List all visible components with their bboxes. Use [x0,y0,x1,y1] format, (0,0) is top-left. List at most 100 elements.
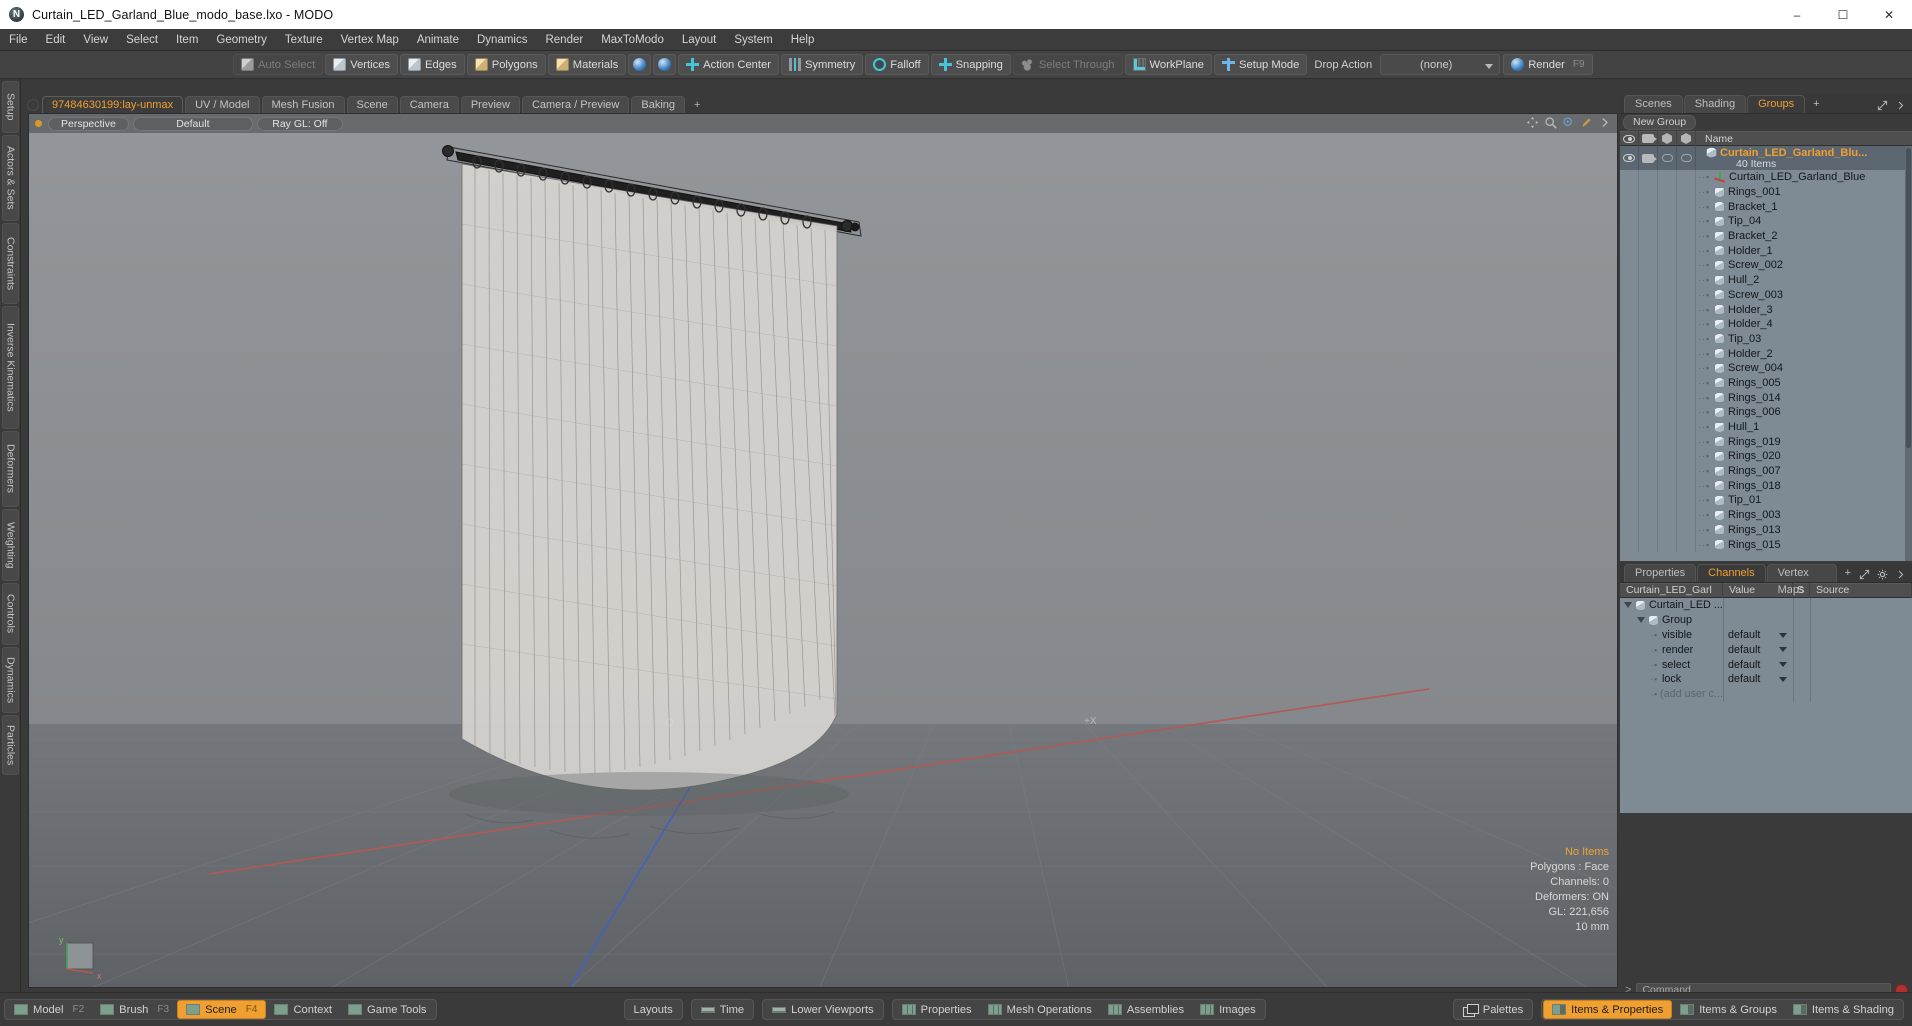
raygl-toggle[interactable]: Ray GL: Off [256,116,343,131]
chevron-right-icon[interactable] [1895,569,1906,580]
row-gutter-wireframe[interactable] [1658,184,1677,200]
sidebar-item-setup[interactable]: Setup [2,81,19,133]
item-list-row[interactable]: ··▪ Rings_019 [1620,434,1912,450]
row-gutter-visibility[interactable] [1620,463,1639,479]
item-list-row[interactable]: ··▪ Rings_014 [1620,390,1912,405]
menu-maxtomodo[interactable]: MaxToModo [592,29,673,51]
sidebar-item-constraints[interactable]: Constraints [2,223,19,304]
tab-add-channel[interactable]: + [1838,564,1858,582]
row-gutter-visibility[interactable] [1620,537,1639,552]
channel-source-cell[interactable] [1810,671,1912,687]
sidebar-item-deformers[interactable]: Deformers [2,431,19,507]
row-gutter-render[interactable] [1639,375,1658,391]
row-gutter-wireframe[interactable] [1658,170,1677,185]
channel-row[interactable]: ·▪ select default [1620,657,1912,672]
row-gutter-wireframe[interactable] [1658,243,1677,259]
row-gutter-wireframe[interactable] [1658,493,1677,508]
item-list-row[interactable]: ··▪ Holder_4 [1620,316,1912,332]
images-toggle[interactable]: Images [1192,1000,1264,1019]
row-gutter-wireframe[interactable] [1658,449,1677,464]
chevron-down-icon[interactable] [1779,647,1787,653]
row-gutter-wireframe[interactable] [1658,405,1677,420]
channel-row[interactable]: Curtain_LED ... [1620,598,1912,613]
row-gutter-wireframe[interactable] [1658,287,1677,303]
row-gutter-visibility[interactable] [1620,478,1639,494]
item-list-row[interactable]: ··▪ Tip_01 [1620,493,1912,508]
row-gutter-wireframe[interactable] [1658,302,1677,317]
sidebar-item-controls[interactable]: Controls [2,583,19,645]
channel-source-cell[interactable] [1810,686,1912,702]
action-center-button[interactable]: Action Center [678,54,779,75]
item-list-row[interactable]: ··▪ Bracket_2 [1620,228,1912,244]
row-gutter-wireframe[interactable] [1658,360,1677,376]
channel-row[interactable]: ·▪ render default [1620,642,1912,658]
tab-scenes[interactable]: Scenes [1624,95,1683,113]
channel-s-cell[interactable] [1793,642,1810,658]
vertices-button[interactable]: Vertices [325,54,399,75]
channel-value-cell[interactable]: default [1723,642,1793,658]
row-gutter-render[interactable] [1639,507,1658,523]
row-gutter-shaded[interactable] [1677,302,1696,317]
row-gutter-shaded[interactable] [1677,390,1696,405]
row-gutter-visibility[interactable] [1620,272,1639,288]
tab-shading[interactable]: Shading [1683,95,1747,113]
channel-source-cell[interactable] [1810,612,1912,628]
row-gutter-visibility[interactable] [1620,228,1639,244]
item-list-row[interactable]: ··▪ Hull_2 [1620,272,1912,288]
row-gutter-render[interactable] [1639,199,1658,215]
row-gutter-wireframe[interactable] [1658,478,1677,494]
channel-source-cell[interactable] [1810,627,1912,643]
channel-value-cell[interactable] [1723,612,1793,628]
chevron-right-icon[interactable] [1598,116,1611,129]
item-list-row[interactable]: ··▪ Holder_2 [1620,346,1912,361]
shading-dropdown[interactable]: Default [132,116,253,131]
mode-scene-button[interactable]: Scene F4 [177,1000,267,1019]
row-gutter-render[interactable] [1639,493,1658,508]
viewport-tab-add[interactable]: + [687,96,707,113]
falloff-button[interactable]: Falloff [865,54,929,75]
maximize-button[interactable]: ☐ [1820,0,1866,29]
row-gutter-shaded[interactable] [1677,478,1696,494]
row-gutter-visibility[interactable] [1620,405,1639,420]
row-gutter-render[interactable] [1639,537,1658,552]
3d-viewport[interactable]: +X Perspective Default Ray GL: Off y x N… [28,113,1618,988]
row-gutter-wireframe[interactable] [1658,228,1677,244]
minimize-button[interactable]: – [1774,0,1820,29]
row-gutter-visibility[interactable] [1620,214,1639,229]
row-gutter-visibility[interactable] [1620,390,1639,405]
item-list[interactable]: Curtain_LED_Garland_Blu... 40 Items ··▪ C… [1620,146,1912,561]
row-gutter-shaded[interactable] [1677,287,1696,303]
channel-row[interactable]: ·▪ (add user c... [1620,686,1912,702]
row-gutter-render[interactable] [1639,228,1658,244]
row-gutter-wireframe[interactable] [1658,331,1677,347]
row-gutter-shaded[interactable] [1677,316,1696,332]
column-shaded[interactable] [1677,131,1696,146]
row-gutter-shaded[interactable] [1677,419,1696,435]
time-button[interactable]: Time [693,1000,752,1019]
workplane-button[interactable]: WorkPlane [1124,54,1213,75]
viewport-tab-uv-model[interactable]: UV / Model [185,96,260,113]
magnify-icon[interactable] [1562,116,1575,129]
row-gutter-wireframe[interactable] [1658,272,1677,288]
row-gutter-render[interactable] [1639,434,1658,450]
tab-groups[interactable]: Groups [1747,95,1806,113]
row-gutter-wireframe[interactable] [1658,375,1677,391]
row-gutter-render[interactable] [1639,346,1658,361]
row-gutter-shaded[interactable] [1677,214,1696,229]
item-list-row[interactable]: ··▪ Holder_3 [1620,302,1912,317]
item-list-row[interactable]: ··▪ Rings_013 [1620,522,1912,538]
item-list-row[interactable]: ··▪ Hull_1 [1620,419,1912,435]
row-gutter-visibility[interactable] [1620,316,1639,332]
viewport-tab-mesh-fusion[interactable]: Mesh Fusion [261,96,345,113]
mode-model-button[interactable]: Model F2 [6,1000,92,1019]
row-gutter-wireframe[interactable] [1658,390,1677,405]
row-gutter-shaded[interactable] [1677,537,1696,552]
row-gutter-render[interactable] [1639,258,1658,273]
tab-properties[interactable]: Properties [1624,564,1697,582]
sidebar-item-actors-sets[interactable]: Actors & Sets [2,135,19,221]
item-list-scrollbar[interactable] [1905,146,1912,561]
channel-row[interactable]: ·▪ visible default [1620,627,1912,643]
item-list-row[interactable]: ··▪ Curtain_LED_Garland_Blue [1620,170,1912,185]
row-gutter-wireframe[interactable] [1658,214,1677,229]
menu-render[interactable]: Render [536,29,592,51]
